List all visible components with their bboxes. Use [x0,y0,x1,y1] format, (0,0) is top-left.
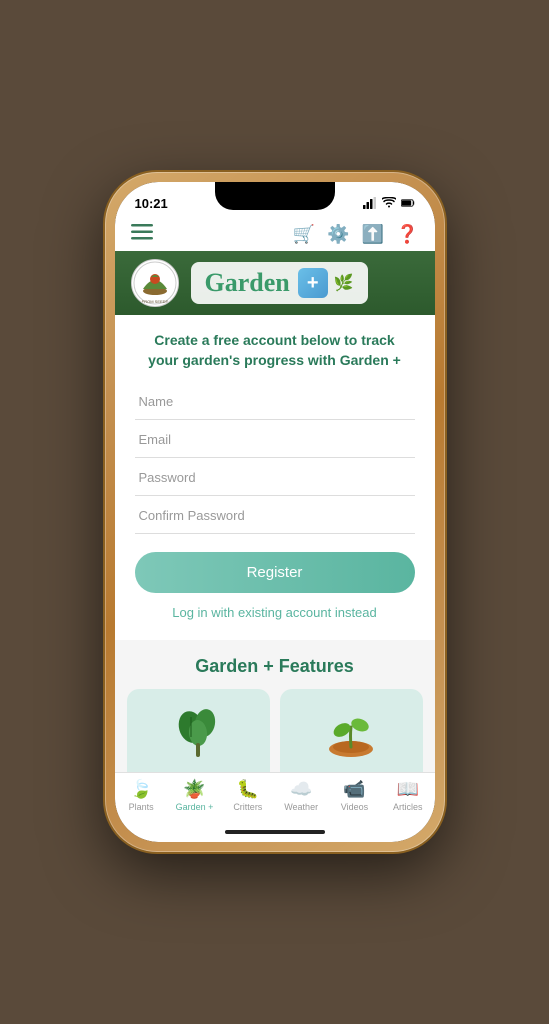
nav-icons-right: 🛒 ⚙️ ⬆️ ❓ [293,224,419,245]
seed-sprouting-icon [324,705,379,769]
register-button[interactable]: Register [135,552,415,593]
phone-screen: 10:21 [115,182,435,842]
confirm-password-input[interactable] [135,498,415,534]
weather-tab-label: Weather [284,802,318,812]
logo-ring: FROM SEEDS [131,259,179,307]
name-input[interactable] [135,384,415,420]
garden-plus-tab-label: Garden + [176,802,214,812]
features-grid: Plant Tracking [127,689,423,772]
app-header: FROM SEEDS Garden + 🌿 [115,251,435,315]
weather-tab-icon: ☁️ [290,779,312,800]
plants-tab-icon: 🍃 [130,779,152,800]
cart-icon[interactable]: 🛒 [293,224,315,245]
battery-icon [401,197,415,209]
email-input[interactable] [135,422,415,458]
status-time: 10:21 [135,196,168,211]
plus-badge: + [298,268,328,298]
home-bar [225,830,325,834]
help-icon[interactable]: ❓ [396,224,418,245]
seeds-to-spoon-logo: FROM SEEDS [133,261,177,305]
svg-text:FROM SEEDS: FROM SEEDS [141,299,168,304]
settings-icon[interactable]: ⚙️ [327,224,349,245]
garden-plus-tab-icon: 🪴 [183,779,205,800]
tab-critters[interactable]: 🐛 Critters [221,779,274,812]
share-icon[interactable]: ⬆️ [362,224,384,245]
status-icons [363,197,415,209]
password-input[interactable] [135,460,415,496]
signal-icon [363,197,377,209]
tab-articles[interactable]: 📖 Articles [381,779,434,812]
videos-tab-icon: 📹 [343,779,365,800]
garden-text: Garden [205,268,290,298]
critters-tab-label: Critters [233,802,262,812]
form-title: Create a free account below to track you… [135,331,415,370]
critters-tab-icon: 🐛 [237,779,259,800]
features-section: Garden + Features [115,640,435,772]
plants-tab-label: Plants [129,802,154,812]
tab-weather[interactable]: ☁️ Weather [274,779,327,812]
feature-card-seed-sprouting: Seed Sprouting [280,689,423,772]
tab-videos[interactable]: 📹 Videos [328,779,381,812]
videos-tab-label: Videos [341,802,368,812]
wifi-icon [382,197,396,209]
login-link[interactable]: Log in with existing account instead [135,605,415,620]
feature-card-plant-tracking: Plant Tracking [127,689,270,772]
home-indicator [115,822,435,842]
main-content: Create a free account below to track you… [115,315,435,772]
notch [215,182,335,210]
features-title: Garden + Features [127,656,423,677]
phone-inner: 10:21 [115,182,435,842]
hamburger-menu[interactable] [131,224,153,245]
tab-bar: 🍃 Plants 🪴 Garden + 🐛 Critters ☁️ Weathe… [115,772,435,822]
hamburger-icon [131,224,153,240]
garden-logo-container: Garden + 🌿 [191,262,368,304]
registration-form-section: Create a free account below to track you… [115,315,435,640]
phone-frame: 10:21 [105,172,445,852]
top-nav: 🛒 ⚙️ ⬆️ ❓ [115,218,435,251]
plant-tracking-icon [173,705,223,769]
tab-garden-plus[interactable]: 🪴 Garden + [168,779,221,812]
articles-tab-icon: 📖 [397,779,419,800]
leaf-icon: 🌿 [334,273,354,293]
articles-tab-label: Articles [393,802,423,812]
tab-plants[interactable]: 🍃 Plants [115,779,168,812]
